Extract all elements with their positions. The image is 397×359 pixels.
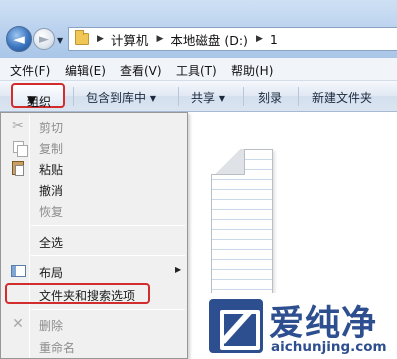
menu-item-delete-label: 删除: [39, 319, 64, 333]
new-folder-button[interactable]: 新建文件夹: [312, 89, 372, 106]
menu-item-undo[interactable]: 撤消: [1, 178, 187, 200]
breadcrumb-local-disk-d[interactable]: 本地磁盘 (D:): [170, 30, 248, 49]
menu-edit[interactable]: 编辑(E): [65, 62, 106, 79]
menu-item-select-all[interactable]: 全选: [1, 230, 187, 252]
scissors-icon: ✂: [12, 118, 24, 134]
chevron-down-icon: ▼: [27, 93, 37, 107]
breadcrumb-separator-icon[interactable]: ▶: [256, 34, 263, 44]
command-divider: [298, 87, 299, 106]
menu-item-copy[interactable]: 复制: [1, 136, 187, 158]
breadcrumb-computer[interactable]: 计算机: [111, 30, 149, 49]
watermark: 爱纯净 aichunjing.com: [203, 293, 397, 359]
command-divider: [73, 87, 74, 106]
menu-separator: [31, 225, 185, 226]
menu-item-rename[interactable]: 重命名: [1, 335, 187, 357]
menu-item-redo[interactable]: 恢复: [1, 199, 187, 221]
watermark-url: aichunjing.com: [271, 339, 387, 355]
paste-icon: [10, 160, 26, 176]
forward-button[interactable]: ►: [33, 28, 55, 50]
address-bar[interactable]: ▶ 计算机 ▶ 本地磁盘 (D:) ▶ 1: [68, 27, 397, 51]
menu-item-cut[interactable]: ✂ 剪切: [1, 115, 187, 137]
submenu-arrow-icon: ▶: [175, 265, 182, 274]
delete-icon: ✕: [12, 316, 24, 332]
breadcrumb-separator-icon[interactable]: ▶: [156, 34, 163, 44]
folder-icon: [75, 30, 89, 45]
include-in-library-label: 包含到库中: [86, 91, 147, 105]
command-divider: [243, 87, 244, 106]
menu-item-paste-label: 粘贴: [39, 163, 64, 177]
menu-item-paste[interactable]: 粘贴: [1, 157, 187, 179]
menu-item-rename-label: 重命名: [39, 341, 76, 355]
menu-item-layout-label: 布局: [39, 266, 64, 280]
menu-item-layout[interactable]: 布局 ▶: [1, 260, 187, 282]
menu-tools[interactable]: 工具(T): [176, 62, 217, 79]
menu-bar: 文件(F) 编辑(E) 查看(V) 工具(T) 帮助(H): [0, 58, 397, 81]
document-fold-corner: [211, 149, 245, 175]
command-divider: [178, 87, 179, 106]
organize-button[interactable]: 组织 ▼: [11, 83, 65, 109]
menu-separator: [31, 255, 185, 256]
recent-pages-chevron-down-icon[interactable]: ▼: [57, 36, 63, 45]
breadcrumb-separator-icon[interactable]: ▶: [97, 34, 104, 44]
menu-item-copy-label: 复制: [39, 142, 64, 156]
menu-help[interactable]: 帮助(H): [231, 62, 273, 79]
highlight-annotation-box: [5, 283, 150, 304]
menu-separator: [31, 309, 185, 310]
organize-menu: ✂ 剪切 复制 粘贴 撤消 恢复 全选 布局 ▶ 文件夹和搜索选项 ✕ 删除 重…: [0, 112, 188, 359]
watermark-logo-icon: [209, 299, 263, 353]
menu-view[interactable]: 查看(V): [120, 62, 162, 79]
burn-button[interactable]: 刻录: [258, 89, 282, 106]
menu-item-cut-label: 剪切: [39, 121, 64, 135]
share-button[interactable]: 共享 ▼: [191, 89, 225, 106]
chevron-down-icon: ▼: [218, 94, 225, 103]
address-strip: ◄ ► ▼ ▶ 计算机 ▶ 本地磁盘 (D:) ▶ 1: [0, 0, 397, 58]
menu-item-redo-label: 恢复: [39, 205, 64, 219]
include-in-library-button[interactable]: 包含到库中 ▼: [86, 89, 156, 106]
back-button[interactable]: ◄: [6, 26, 32, 52]
menu-item-undo-label: 撤消: [39, 184, 64, 198]
forward-arrow-icon: ►: [39, 31, 49, 47]
menu-item-delete[interactable]: ✕ 删除: [1, 313, 187, 335]
menu-file[interactable]: 文件(F): [10, 62, 50, 79]
breadcrumb-folder-1[interactable]: 1: [270, 32, 278, 47]
menu-item-select-all-label: 全选: [39, 236, 64, 250]
copy-icon: [10, 139, 28, 157]
share-label: 共享: [191, 91, 216, 105]
back-arrow-icon: ◄: [13, 29, 25, 48]
layout-icon: [10, 263, 26, 279]
chevron-down-icon: ▼: [149, 94, 156, 103]
